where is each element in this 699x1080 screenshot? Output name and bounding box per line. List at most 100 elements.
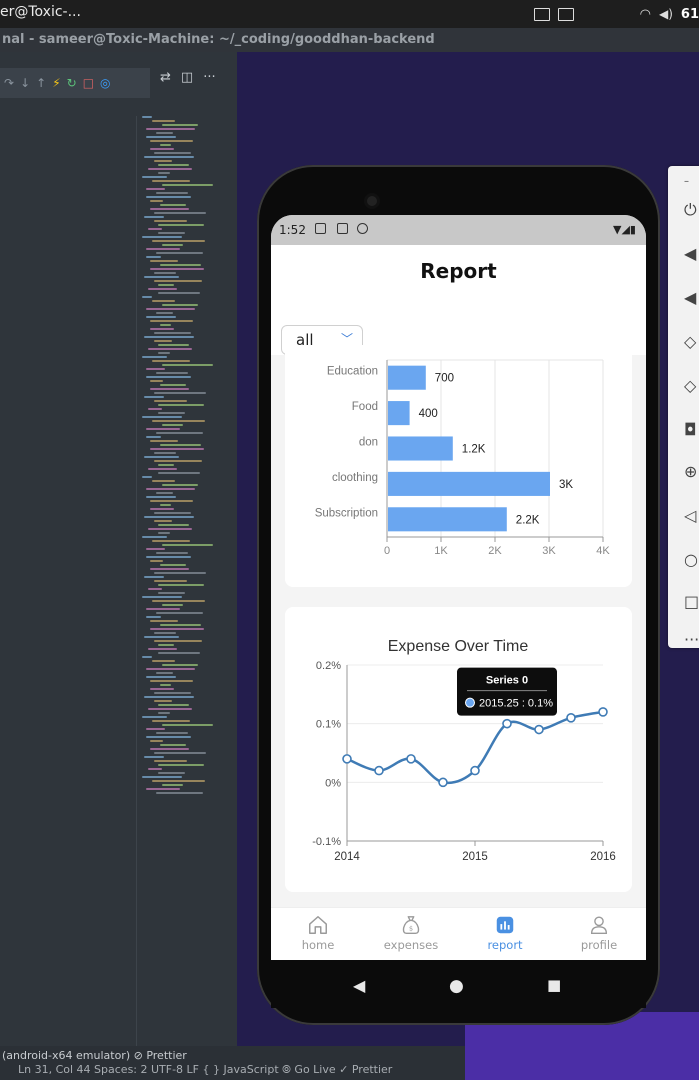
bar-chart-icon <box>496 916 514 934</box>
more-icon[interactable]: ··· <box>684 632 699 648</box>
data-point <box>438 777 448 788</box>
minimap-line <box>162 424 183 426</box>
y-category-label: Food <box>352 401 378 413</box>
minimap-line <box>158 472 200 474</box>
minimap-line <box>150 148 174 150</box>
signal-battery-icon: ▼◢▮ <box>613 223 636 236</box>
minimap-line <box>148 288 177 290</box>
system-tray: ◠ ◀) 61 <box>533 0 699 28</box>
minimap-line <box>146 128 195 130</box>
status-row-emulator[interactable]: (android-x64 emulator) ⊘ Prettier <box>2 1049 187 1062</box>
tab-expenses[interactable]: $ expenses <box>371 914 451 952</box>
inspect-icon[interactable]: ◎ <box>100 76 110 90</box>
active-window-title[interactable]: er@Toxic-... <box>0 4 81 20</box>
minimap-line <box>150 200 163 202</box>
clock[interactable]: 61 <box>681 7 699 22</box>
minimap-line <box>146 428 180 430</box>
minimap-line <box>154 460 202 462</box>
window-switcher-icon[interactable] <box>533 7 550 21</box>
stop-icon[interactable]: □ <box>83 76 94 90</box>
tab-home[interactable]: home <box>278 914 358 952</box>
tooltip-text: 2015.25 : 0.1% <box>479 698 553 710</box>
minimap-line <box>150 440 178 442</box>
minimap-line <box>150 628 204 630</box>
rotate-right-icon[interactable]: ◇ <box>684 378 699 394</box>
status-time: 1:52 <box>279 223 306 237</box>
bottom-tab-bar: home $ expenses report profile <box>271 907 646 960</box>
workspace-icon[interactable] <box>557 7 574 21</box>
y-tick-label: -0.1% <box>312 836 341 848</box>
minimap-line <box>150 268 204 270</box>
y-category-label: cloothing <box>332 472 378 484</box>
restart-icon[interactable]: ↻ <box>67 76 77 90</box>
minimap-line <box>150 500 193 502</box>
chart-title: Expense Over Time <box>388 638 529 655</box>
compare-icon[interactable]: ⇄ <box>160 70 171 85</box>
camera-icon[interactable]: ◘ <box>684 422 699 438</box>
split-editor-icon[interactable]: ◫ <box>181 70 193 85</box>
minimap-line <box>150 448 204 450</box>
lightning-icon[interactable]: ⚡ <box>52 76 60 90</box>
volume-up-icon[interactable]: ◀ <box>684 246 699 262</box>
minimap-line <box>154 272 176 274</box>
overview-icon[interactable]: □ <box>684 594 699 610</box>
tab-profile[interactable]: profile <box>559 914 639 952</box>
minimap-line <box>154 632 176 634</box>
tab-report-label: report <box>487 938 523 952</box>
minimap-line <box>154 332 191 334</box>
minimap-line <box>156 252 203 254</box>
minimap-line <box>162 364 213 366</box>
minimize-icon[interactable]: – <box>684 174 699 190</box>
status-row-details[interactable]: Ln 31, Col 44 Spaces: 2 UTF-8 LF { } Jav… <box>18 1063 392 1077</box>
step-into-icon[interactable]: ↓ <box>20 76 30 90</box>
wifi-icon[interactable]: ◠ <box>640 7 651 22</box>
minimap-line <box>148 228 162 230</box>
minimap-line <box>150 380 163 382</box>
data-point <box>598 707 608 717</box>
data-point <box>470 765 480 776</box>
minimap-line <box>158 644 174 646</box>
minimap-line <box>154 580 187 582</box>
minimap-line <box>148 348 192 350</box>
zoom-icon[interactable]: ⊕ <box>684 464 699 480</box>
bar-data-label: 3K <box>559 479 573 491</box>
rotate-left-icon[interactable]: ◇ <box>684 334 699 350</box>
power-icon[interactable]: ⏻ <box>684 202 699 218</box>
tab-report[interactable]: report <box>465 914 545 952</box>
minimap-line <box>148 408 162 410</box>
volume-icon[interactable]: ◀) <box>659 7 673 21</box>
tab-expenses-label: expenses <box>383 938 439 952</box>
editor-minimap[interactable] <box>142 116 232 816</box>
step-over-icon[interactable]: ↷ <box>4 76 14 90</box>
report-header: Report all ﹀ <box>271 245 646 355</box>
minimap-line <box>156 372 188 374</box>
minimap-line <box>154 160 172 162</box>
minimap-line <box>146 488 195 490</box>
minimap-line <box>154 400 187 402</box>
recents-icon[interactable]: ■ <box>547 976 561 994</box>
report-content[interactable]: 0 1K 2K 3K 4K Education 700 Food 400 don 1.2K cloot… <box>271 345 646 907</box>
back-icon[interactable]: ◀ <box>353 976 365 995</box>
minimap-line <box>154 220 187 222</box>
minimap-line <box>150 568 189 570</box>
minimap-line <box>156 612 203 614</box>
home-circle-icon[interactable]: ○ <box>684 552 699 568</box>
more-actions-icon[interactable]: ··· <box>203 70 215 85</box>
minimap-line <box>162 124 198 126</box>
minimap-line <box>154 152 191 154</box>
minimap-line <box>160 564 186 566</box>
editor-text-area[interactable] <box>0 116 137 1056</box>
bar <box>388 401 410 426</box>
minimap-line <box>156 732 188 734</box>
home-button-icon[interactable]: ● <box>449 976 464 996</box>
minimap-line <box>150 388 189 390</box>
minimap-line <box>160 684 171 686</box>
page-title: Report <box>420 259 497 283</box>
step-out-icon[interactable]: ↑ <box>36 76 46 90</box>
tab-profile-label: profile <box>580 938 618 952</box>
volume-down-icon[interactable]: ◀ <box>684 290 699 306</box>
back-icon[interactable]: ◁ <box>684 508 699 524</box>
category-bar-chart-card: 0 1K 2K 3K 4K Education 700 Food 400 don 1.2K cloot… <box>285 345 632 587</box>
phone-screen: 1:52 ▼◢▮ Report all ﹀ 0 1K 2K 3K 4K Education… <box>271 215 646 960</box>
expense-line-chart-card: Expense Over Time -0.1% 0% 0.1% 0.2% 2014 2015… <box>285 607 632 892</box>
